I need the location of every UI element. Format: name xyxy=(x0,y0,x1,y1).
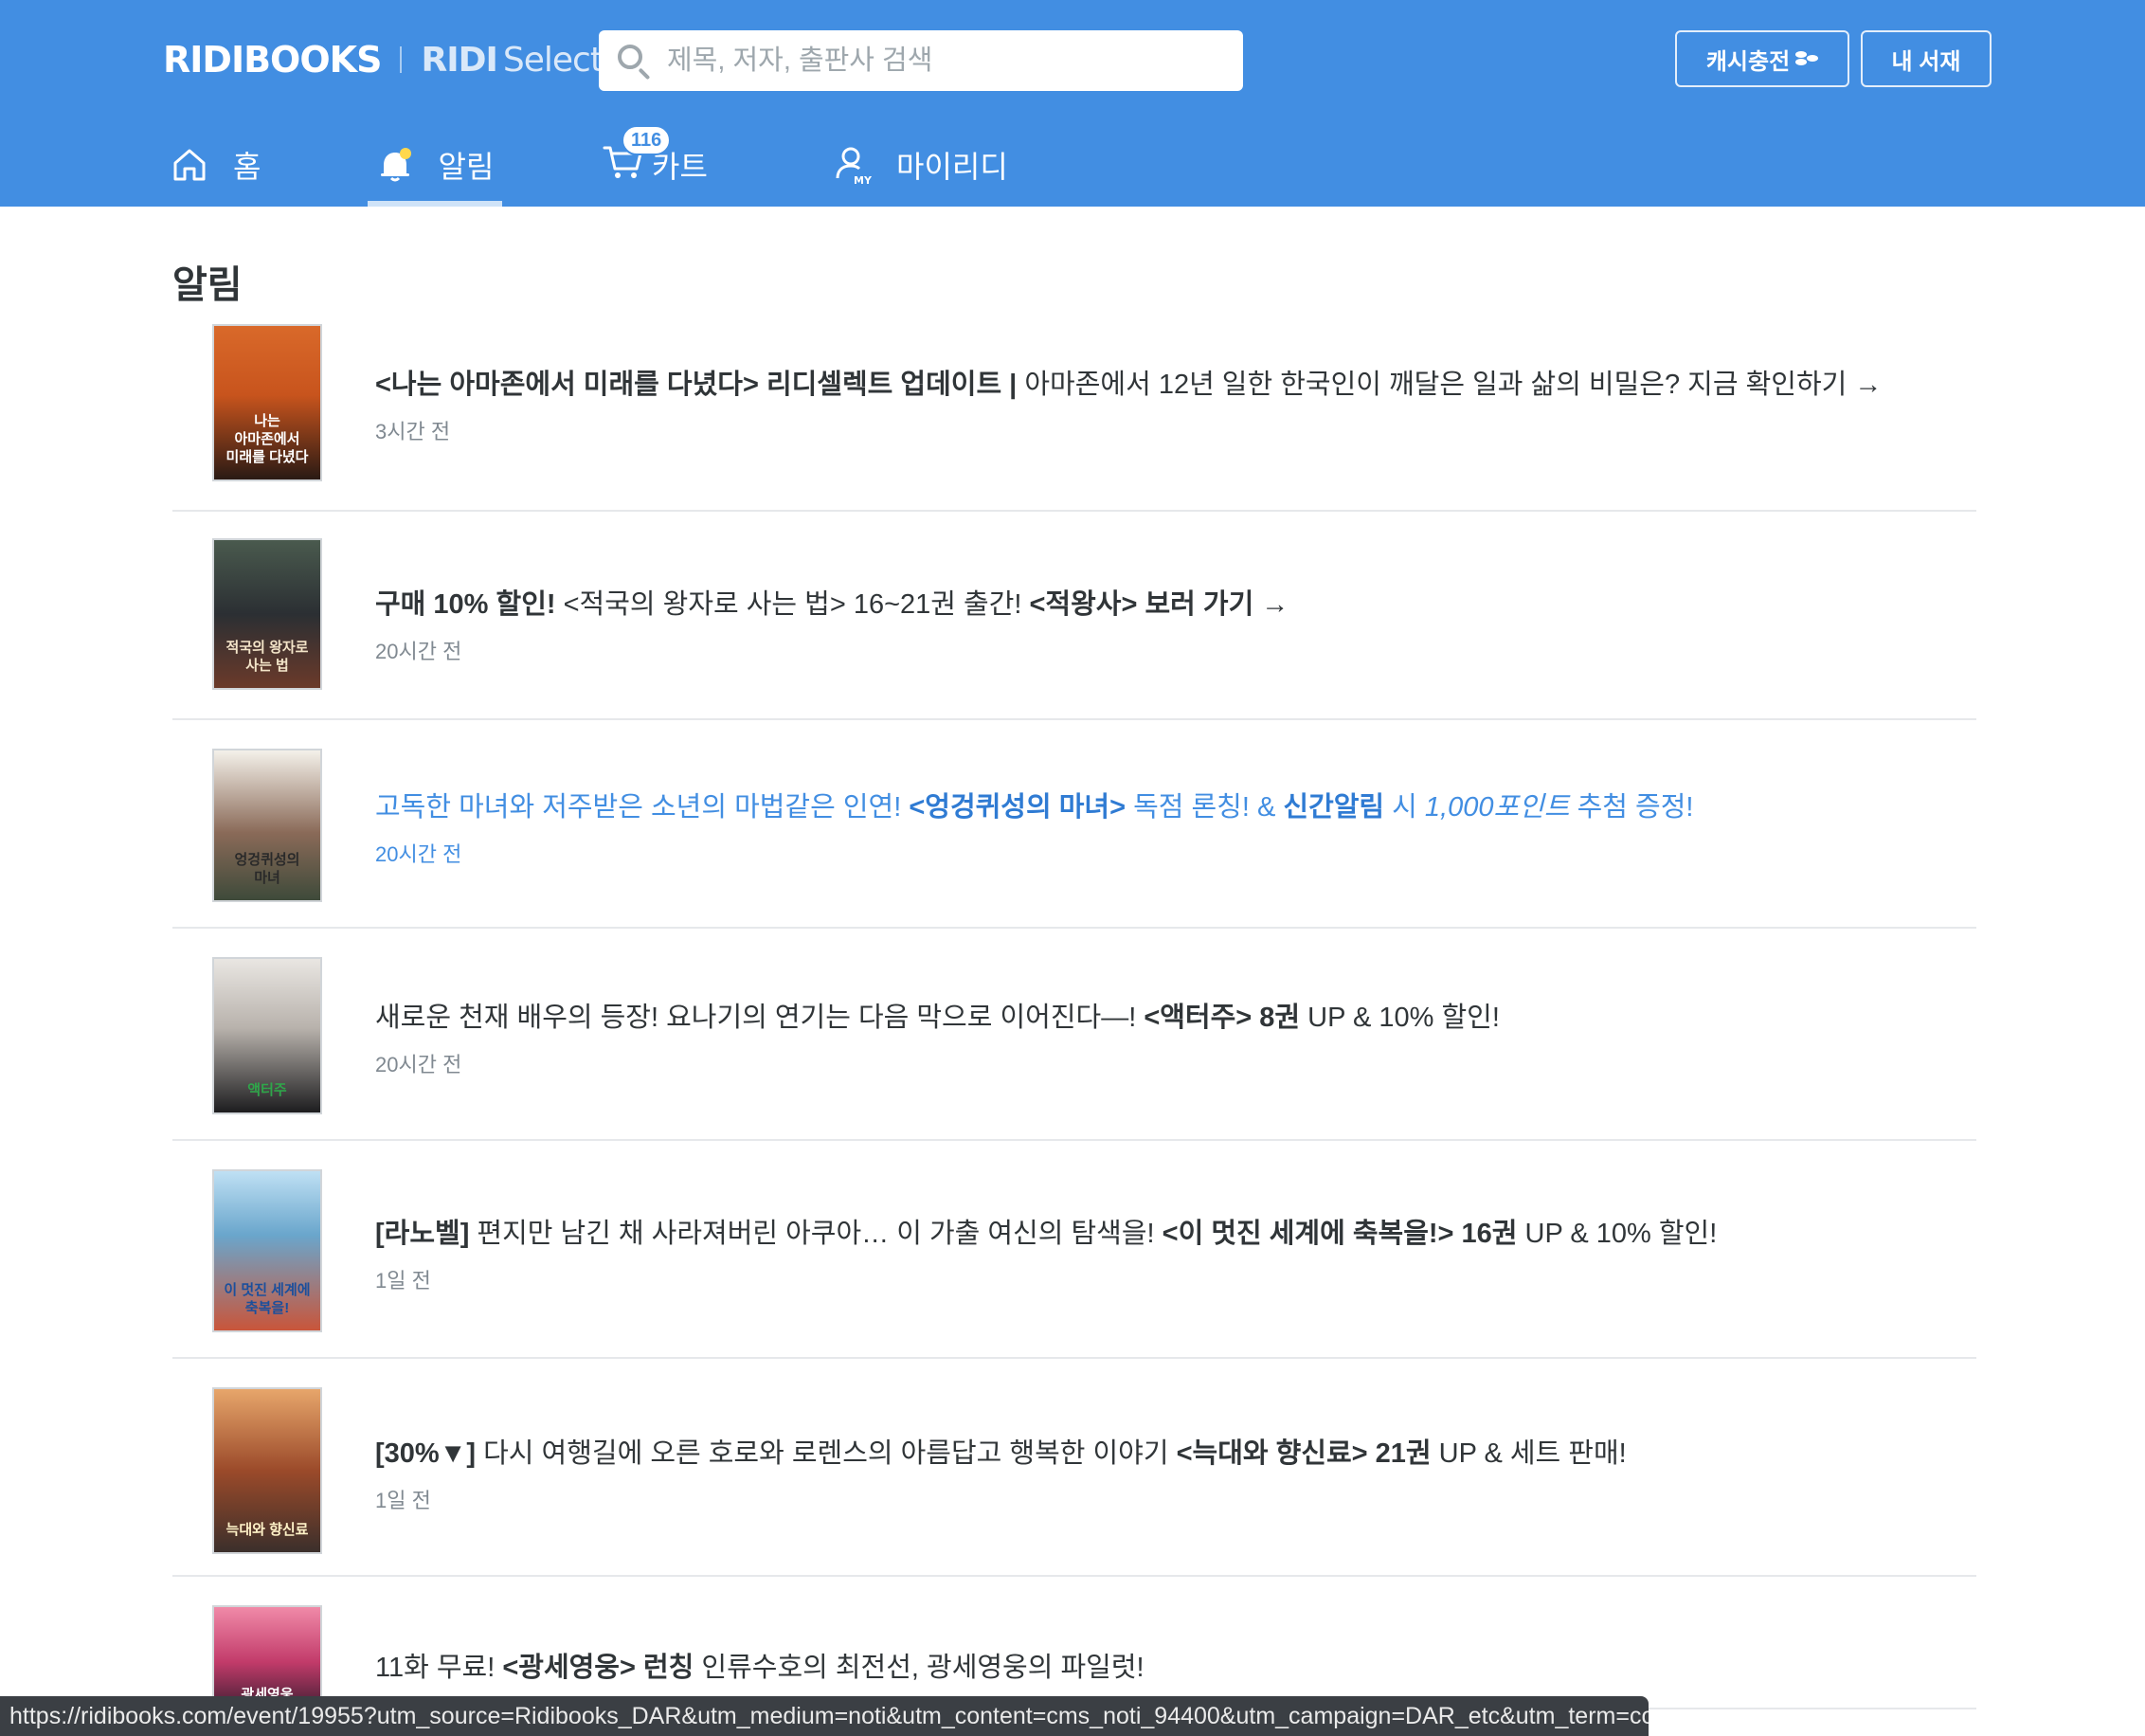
book-cover[interactable]: 나는 아마존에서 미래를 다녔다 xyxy=(212,324,322,481)
notification-time: 1일 전 xyxy=(375,1489,431,1512)
message-segment: UP & 10% 할인! xyxy=(1517,1219,1718,1249)
book-cover[interactable]: 이 멋진 세계에 축복을! xyxy=(212,1169,322,1332)
message-segment: UP & 10% 할인! xyxy=(1300,1003,1500,1033)
notification-time: 3시간 전 xyxy=(375,420,451,443)
notification-message: [30%▼] 다시 여행길에 오른 호로와 로렌스의 아름답고 행복한 이야기 … xyxy=(375,1435,1976,1473)
notification-text[interactable]: 고독한 마녀와 저주받은 소년의 마법같은 인연! <엉겅퀴성의 마녀> 독점 … xyxy=(375,788,1976,868)
book-cover-title: 액터주 xyxy=(247,1082,287,1098)
book-cover[interactable]: 액터주 xyxy=(212,957,322,1114)
message-segment: 아마존에서 12년 일한 한국인이 깨달은 일과 삶의 비밀은? 지금 확인하기… xyxy=(1024,370,1883,400)
cash-charge-button[interactable]: 캐시충전 xyxy=(1675,30,1849,87)
message-segment: 11화 무료! xyxy=(375,1653,503,1683)
my-library-label: 내 서재 xyxy=(1891,48,1961,75)
notification-message: 새로운 천재 배우의 등장! 요나기의 연기는 다음 막으로 이어진다—! <액… xyxy=(375,999,1976,1037)
message-bold-segment: <늑대와 향신료> 21권 xyxy=(1176,1438,1432,1469)
my-library-button[interactable]: 내 서재 xyxy=(1861,30,1992,87)
ridibooks-logo[interactable]: RIDIBOOKS RIDI Select xyxy=(163,36,604,83)
search-icon xyxy=(616,43,652,81)
message-segment: 인류수호의 최전선, 광세영웅의 파일럿! xyxy=(694,1653,1145,1683)
message-bold-segment: <액터주> 8권 xyxy=(1144,1003,1301,1033)
logo-ridi-text: RIDI xyxy=(421,40,497,80)
message-bold-segment: <광세영웅> 런칭 xyxy=(502,1653,694,1683)
logo-ridibooks-text: RIDIBOOKS xyxy=(163,39,382,81)
notification-message: [라노벨] 편지만 남긴 채 사라져버린 아쿠아… 이 가출 여신의 탐색을! … xyxy=(375,1215,1976,1253)
message-segment: 1,000포인트 xyxy=(1424,792,1570,823)
nav-home[interactable]: 홈 xyxy=(171,123,261,207)
svg-text:MY: MY xyxy=(854,174,872,186)
status-bar-url: https://ridibooks.com/event/19955?utm_so… xyxy=(0,1696,1649,1736)
message-bold-segment: <나는 아마존에서 미래를 다녔다> 리디셀렉트 업데이트 | xyxy=(375,370,1025,400)
message-segment: 편지만 남긴 채 사라져버린 아쿠아… 이 가출 여신의 탐색을! xyxy=(469,1219,1163,1249)
book-cover-title: 나는 아마존에서 미래를 다녔다 xyxy=(225,413,309,465)
notification-item[interactable]: 광세영웅 11화 무료! <광세영웅> 런칭 인류수호의 최전선, 광세영웅의 파… xyxy=(172,1577,1976,1727)
notification-text[interactable]: [라노벨] 편지만 남긴 채 사라져버린 아쿠아… 이 가출 여신의 탐색을! … xyxy=(375,1215,1976,1294)
message-segment: 새로운 천재 배우의 등장! 요나기의 연기는 다음 막으로 이어진다—! xyxy=(375,1003,1145,1033)
message-bold-segment: <엉겅퀴성의 마녀> xyxy=(909,792,1127,823)
notification-item[interactable]: 늑대와 향신료 [30%▼] 다시 여행길에 오른 호로와 로렌스의 아름답고 행… xyxy=(172,1359,1976,1577)
my-ridi-icon: MY xyxy=(836,147,872,186)
message-segment: 다시 여행길에 오른 호로와 로렌스의 아름답고 행복한 이야기 xyxy=(476,1438,1177,1469)
notification-list: 나는 아마존에서 미래를 다녔다 <나는 아마존에서 미래를 다녔다> 리디셀렉트… xyxy=(172,313,1976,1727)
message-segment: → xyxy=(1253,589,1289,620)
notification-time: 20시간 전 xyxy=(375,1053,462,1076)
nav-my-ridi-label: 마이리디 xyxy=(896,150,1008,184)
cart-count-badge: 116 xyxy=(622,125,672,155)
nav-notifications-label: 알림 xyxy=(438,150,495,184)
home-icon xyxy=(173,149,206,181)
message-segment: 독점 론칭! & xyxy=(1126,792,1284,823)
message-bold-segment: 구매 10% 할인! xyxy=(375,589,556,620)
notification-item[interactable]: 이 멋진 세계에 축복을! [라노벨] 편지만 남긴 채 사라져버린 아쿠아… 이… xyxy=(172,1141,1976,1359)
message-bold-segment: [30%▼] xyxy=(375,1438,477,1469)
message-segment: 추첨 증정! xyxy=(1569,792,1694,823)
nav-cart[interactable]: 116 카트 xyxy=(603,123,708,207)
book-cover[interactable]: 엉겅퀴성의 마녀 xyxy=(212,749,322,902)
book-cover-title: 이 멋진 세계에 축복을! xyxy=(224,1282,311,1316)
notification-text[interactable]: 구매 10% 할인! <적국의 왕자로 사는 법> 16~21권 출간! <적왕… xyxy=(375,586,1976,665)
notification-item[interactable]: 액터주 새로운 천재 배우의 등장! 요나기의 연기는 다음 막으로 이어진다—!… xyxy=(172,929,1976,1141)
search-input[interactable] xyxy=(667,45,1226,77)
notification-text[interactable]: [30%▼] 다시 여행길에 오른 호로와 로렌스의 아름답고 행복한 이야기 … xyxy=(375,1435,1976,1514)
message-segment: <적국의 왕자로 사는 법> 16~21권 출간! xyxy=(555,589,1030,620)
nav-notifications[interactable]: 알림 xyxy=(368,123,502,207)
notification-item[interactable]: 엉겅퀴성의 마녀 고독한 마녀와 저주받은 소년의 마법같은 인연! <엉겅퀴성의… xyxy=(172,720,1976,929)
top-header: RIDIBOOKS RIDI Select 캐시충전 내 서재 홈 xyxy=(0,0,2145,207)
book-cover-title: 적국의 왕자로 사는 법 xyxy=(225,640,309,674)
message-segment: 고독한 마녀와 저주받은 소년의 마법같은 인연! xyxy=(375,792,910,823)
notification-text[interactable]: <나는 아마존에서 미래를 다녔다> 리디셀렉트 업데이트 | 아마존에서 12… xyxy=(375,366,1976,445)
logo-divider xyxy=(400,46,403,73)
message-bold-segment: [라노벨] xyxy=(375,1219,470,1249)
logo-select-text: Select xyxy=(502,40,604,80)
book-cover[interactable]: 늑대와 향신료 xyxy=(212,1387,322,1554)
search-box[interactable] xyxy=(599,30,1243,91)
notification-message: 고독한 마녀와 저주받은 소년의 마법같은 인연! <엉겅퀴성의 마녀> 독점 … xyxy=(375,788,1976,826)
message-bold-segment: 신간알림 xyxy=(1283,792,1385,823)
coin-icon xyxy=(1795,51,1819,66)
bell-icon xyxy=(380,148,411,182)
page-title: 알림 xyxy=(172,264,243,306)
notification-time: 1일 전 xyxy=(375,1269,431,1293)
notification-message: 구매 10% 할인! <적국의 왕자로 사는 법> 16~21권 출간! <적왕… xyxy=(375,586,1976,624)
notification-item[interactable]: 나는 아마존에서 미래를 다녔다 <나는 아마존에서 미래를 다녔다> 리디셀렉트… xyxy=(172,313,1976,512)
book-cover-title: 늑대와 향신료 xyxy=(225,1522,309,1538)
cash-charge-label: 캐시충전 xyxy=(1705,48,1791,75)
message-segment: UP & 세트 판매! xyxy=(1431,1438,1627,1469)
nav-home-label: 홈 xyxy=(233,150,261,184)
message-segment: 시 xyxy=(1384,792,1425,823)
main-nav: 홈 알림 116 카트 MY 마이리디 xyxy=(0,123,2145,207)
notification-time: 20시간 전 xyxy=(375,640,462,663)
book-cover-title: 엉겅퀴성의 마녀 xyxy=(234,852,300,886)
notification-message: <나는 아마존에서 미래를 다녔다> 리디셀렉트 업데이트 | 아마존에서 12… xyxy=(375,366,1976,404)
notification-time: 20시간 전 xyxy=(375,842,462,866)
message-bold-segment: <적왕사> 보러 가기 xyxy=(1029,589,1254,620)
nav-my-ridi[interactable]: MY 마이리디 xyxy=(834,123,1008,207)
message-bold-segment: <이 멋진 세계에 축복을!> 16권 xyxy=(1162,1219,1518,1249)
notification-message: 11화 무료! <광세영웅> 런칭 인류수호의 최전선, 광세영웅의 파일럿! xyxy=(375,1649,1976,1687)
notification-text[interactable]: 새로운 천재 배우의 등장! 요나기의 연기는 다음 막으로 이어진다—! <액… xyxy=(375,999,1976,1078)
notification-item[interactable]: 적국의 왕자로 사는 법 구매 10% 할인! <적국의 왕자로 사는 법> 16… xyxy=(172,512,1976,720)
book-cover[interactable]: 적국의 왕자로 사는 법 xyxy=(212,538,322,690)
